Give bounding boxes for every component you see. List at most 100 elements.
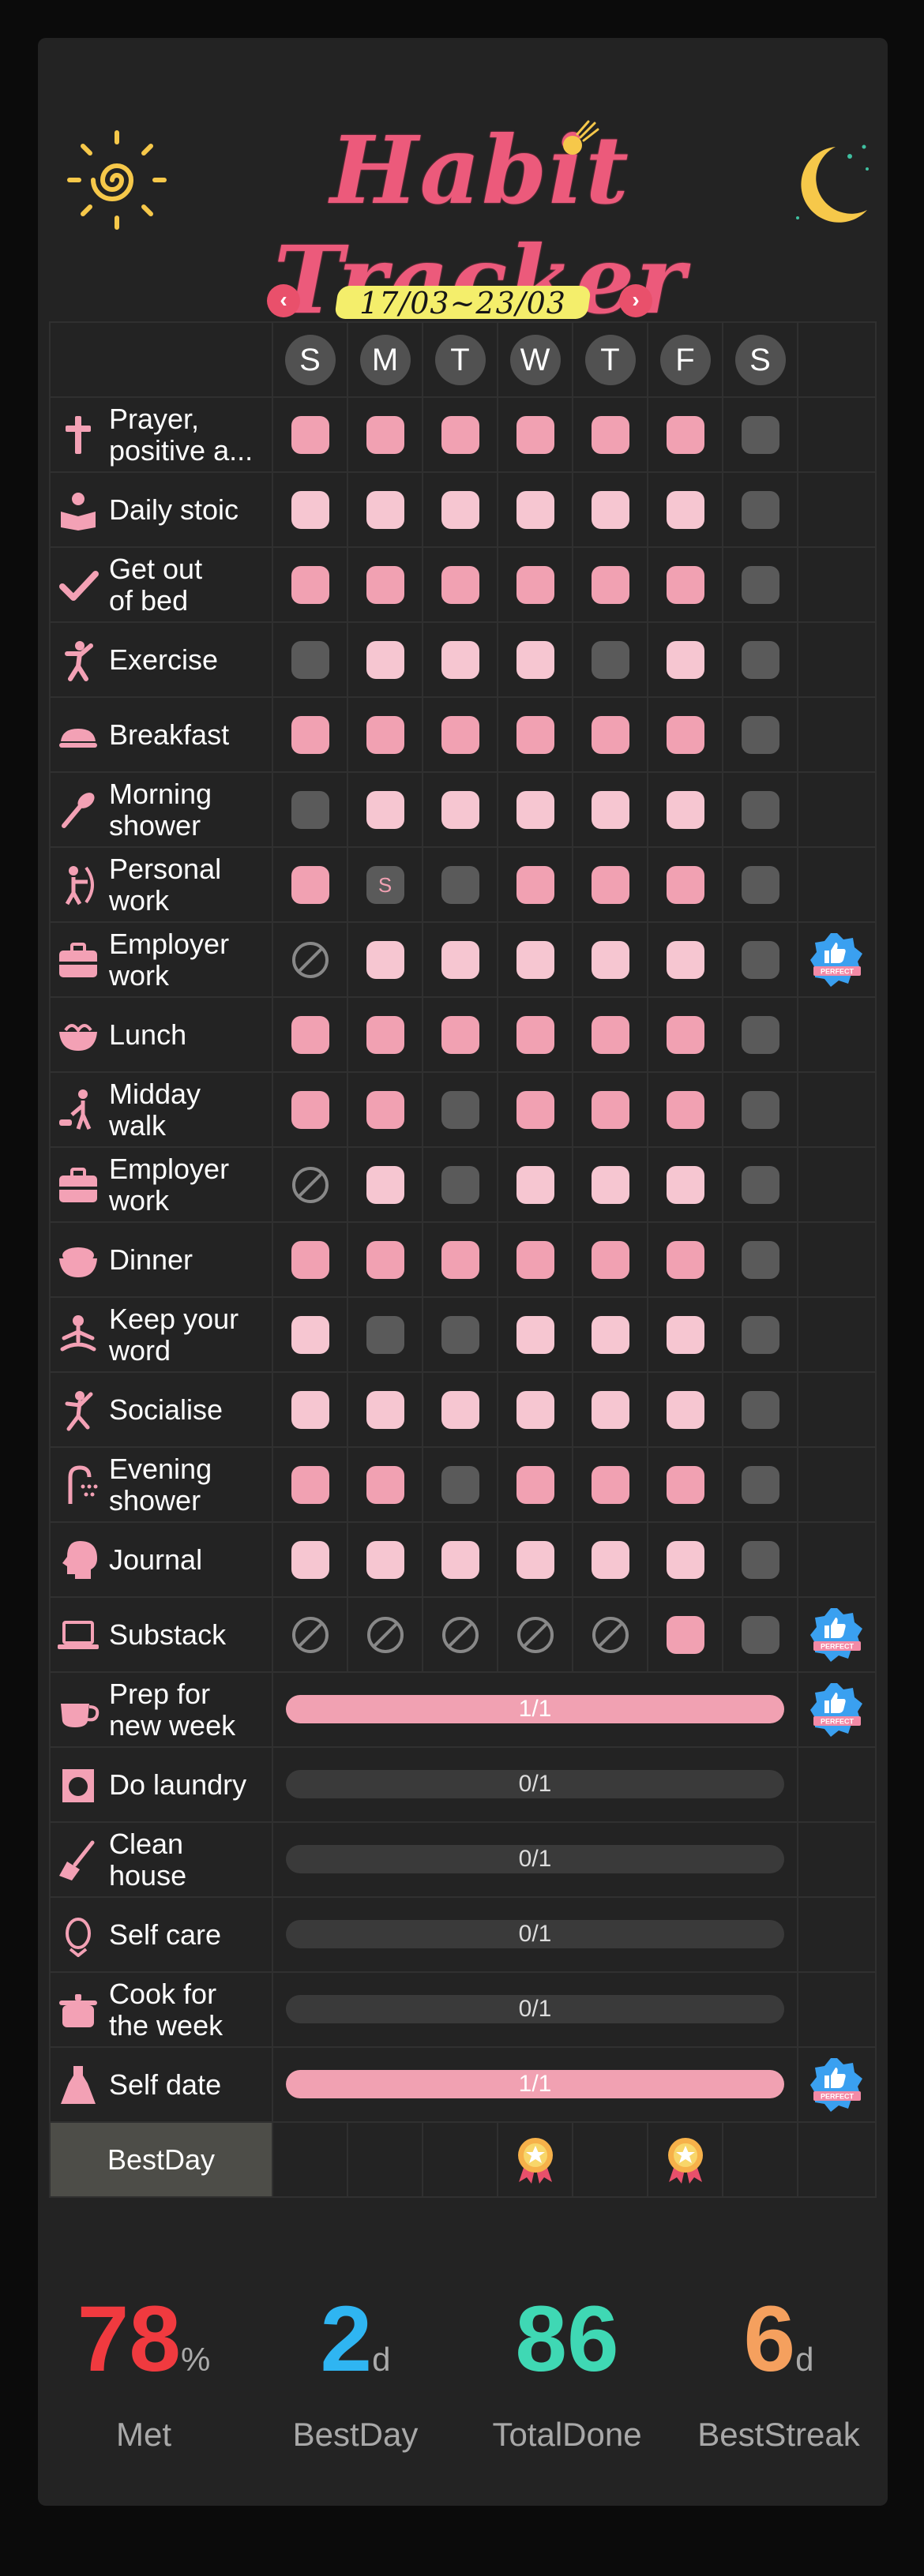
habit-day-cell[interactable] xyxy=(497,921,573,998)
habit-checkbox-undone[interactable] xyxy=(741,415,779,454)
habit-name-cell[interactable]: Journal xyxy=(49,1521,273,1598)
habit-checkbox-done[interactable] xyxy=(516,865,554,904)
habit-checkbox-done[interactable] xyxy=(291,415,329,454)
habit-checkbox-done[interactable] xyxy=(591,1315,629,1354)
habit-day-cell[interactable] xyxy=(497,1146,573,1223)
habit-checkbox-done[interactable] xyxy=(366,1540,404,1579)
habit-name-cell[interactable]: Lunch xyxy=(49,996,273,1073)
habit-day-cell[interactable] xyxy=(572,696,648,773)
habit-day-cell[interactable] xyxy=(272,1446,348,1523)
habit-checkbox-done[interactable] xyxy=(591,1240,629,1279)
habit-day-cell[interactable] xyxy=(572,1596,648,1673)
habit-checkbox-undone[interactable] xyxy=(441,1465,479,1504)
habit-day-cell[interactable] xyxy=(572,1371,648,1448)
habit-day-cell[interactable] xyxy=(647,1221,723,1298)
habit-day-cell[interactable] xyxy=(347,1371,423,1448)
habit-day-cell[interactable] xyxy=(647,1596,723,1673)
habit-checkbox-undone[interactable] xyxy=(591,640,629,679)
habit-day-cell[interactable] xyxy=(347,1146,423,1223)
habit-day-cell[interactable] xyxy=(422,471,498,548)
habit-checkbox-done[interactable] xyxy=(291,1390,329,1429)
habit-checkbox-done[interactable] xyxy=(441,940,479,979)
habit-name-cell[interactable]: Exercise xyxy=(49,621,273,698)
habit-checkbox-done[interactable] xyxy=(291,1240,329,1279)
habit-checkbox-done[interactable] xyxy=(441,1540,479,1579)
habit-day-cell[interactable] xyxy=(422,546,498,623)
habit-day-cell[interactable] xyxy=(722,1371,798,1448)
habit-day-cell[interactable] xyxy=(497,1371,573,1448)
habit-checkbox-done[interactable] xyxy=(516,640,554,679)
habit-day-cell[interactable] xyxy=(272,471,348,548)
habit-name-cell[interactable]: Daily stoic xyxy=(49,471,273,548)
habit-checkbox-done[interactable] xyxy=(516,415,554,454)
habit-checkbox-done[interactable] xyxy=(516,1015,554,1054)
habit-day-cell[interactable] xyxy=(647,1446,723,1523)
habit-checkbox-done[interactable] xyxy=(666,715,704,754)
habit-name-cell[interactable]: Get out of bed xyxy=(49,546,273,623)
prev-week-button[interactable]: ‹ xyxy=(267,284,300,317)
skip-icon[interactable] xyxy=(592,1616,629,1653)
habit-day-cell[interactable] xyxy=(647,1521,723,1598)
weekly-progress-cell[interactable]: 0/1 xyxy=(272,1746,798,1823)
skip-icon[interactable] xyxy=(291,941,329,978)
habit-checkbox-undone[interactable] xyxy=(741,1015,779,1054)
habit-checkbox-undone[interactable] xyxy=(291,640,329,679)
habit-day-cell[interactable] xyxy=(497,846,573,923)
habit-day-cell[interactable] xyxy=(347,1596,423,1673)
habit-checkbox-undone[interactable] xyxy=(441,1090,479,1129)
weekly-progress-cell[interactable]: 1/1 xyxy=(272,1671,798,1748)
habit-checkbox-done[interactable] xyxy=(516,940,554,979)
habit-day-cell[interactable] xyxy=(272,696,348,773)
habit-day-cell[interactable] xyxy=(422,771,498,848)
habit-day-cell[interactable] xyxy=(347,696,423,773)
habit-checkbox-undone[interactable] xyxy=(366,1315,404,1354)
habit-name-cell[interactable]: Dinner xyxy=(49,1221,273,1298)
progress-bar[interactable]: 0/1 xyxy=(286,1770,784,1798)
habit-day-cell[interactable] xyxy=(272,1146,348,1223)
habit-day-cell[interactable] xyxy=(647,621,723,698)
habit-checkbox-done[interactable] xyxy=(591,790,629,829)
habit-day-cell[interactable] xyxy=(572,996,648,1073)
progress-bar[interactable]: 0/1 xyxy=(286,1995,784,2023)
habit-checkbox-done[interactable] xyxy=(441,565,479,604)
habit-name-cell[interactable]: Employer work xyxy=(49,1146,273,1223)
habit-checkbox-done[interactable] xyxy=(291,565,329,604)
habit-day-cell[interactable] xyxy=(422,1371,498,1448)
habit-day-cell[interactable] xyxy=(722,1146,798,1223)
habit-day-cell[interactable]: S xyxy=(347,846,423,923)
habit-checkbox-done[interactable] xyxy=(591,865,629,904)
habit-checkbox-skipped[interactable]: S xyxy=(366,865,404,904)
habit-checkbox-done[interactable] xyxy=(666,1315,704,1354)
habit-checkbox-undone[interactable] xyxy=(741,1315,779,1354)
habit-checkbox-done[interactable] xyxy=(366,640,404,679)
habit-day-cell[interactable] xyxy=(722,921,798,998)
habit-checkbox-undone[interactable] xyxy=(741,640,779,679)
habit-day-cell[interactable] xyxy=(422,1596,498,1673)
habit-checkbox-undone[interactable] xyxy=(441,1315,479,1354)
habit-day-cell[interactable] xyxy=(572,546,648,623)
habit-day-cell[interactable] xyxy=(572,1071,648,1148)
habit-checkbox-done[interactable] xyxy=(516,490,554,529)
habit-checkbox-undone[interactable] xyxy=(741,1090,779,1129)
habit-day-cell[interactable] xyxy=(497,1446,573,1523)
habit-day-cell[interactable] xyxy=(347,546,423,623)
habit-checkbox-done[interactable] xyxy=(666,1165,704,1204)
habit-day-cell[interactable] xyxy=(647,471,723,548)
habit-checkbox-done[interactable] xyxy=(366,1465,404,1504)
habit-checkbox-done[interactable] xyxy=(291,1540,329,1579)
habit-checkbox-done[interactable] xyxy=(441,1015,479,1054)
habit-day-cell[interactable] xyxy=(497,546,573,623)
habit-name-cell[interactable]: Socialise xyxy=(49,1371,273,1448)
habit-checkbox-undone[interactable] xyxy=(291,790,329,829)
habit-day-cell[interactable] xyxy=(422,396,498,473)
habit-checkbox-done[interactable] xyxy=(666,1240,704,1279)
habit-checkbox-done[interactable] xyxy=(591,415,629,454)
habit-checkbox-done[interactable] xyxy=(291,1315,329,1354)
habit-checkbox-done[interactable] xyxy=(591,1390,629,1429)
habit-checkbox-done[interactable] xyxy=(441,1240,479,1279)
habit-checkbox-done[interactable] xyxy=(666,1090,704,1129)
habit-checkbox-done[interactable] xyxy=(516,790,554,829)
habit-checkbox-done[interactable] xyxy=(516,1165,554,1204)
habit-checkbox-done[interactable] xyxy=(666,865,704,904)
habit-day-cell[interactable] xyxy=(497,1221,573,1298)
